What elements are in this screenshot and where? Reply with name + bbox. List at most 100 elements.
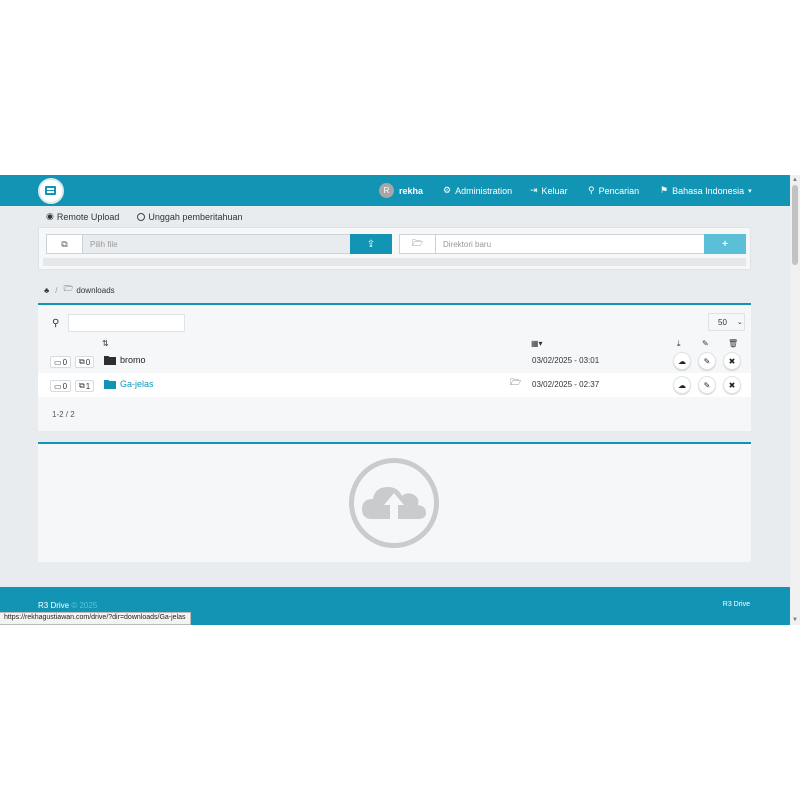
nav-logout[interactable]: ⇥ Keluar [530, 175, 568, 206]
file-count-badge: ⧉ 1 [75, 380, 95, 392]
folder-name[interactable]: bromo [120, 355, 146, 365]
upload-panel: ⧉ Pilih file ⇪ 🗁 Direktori baru + [38, 227, 751, 270]
footer-brand: R3 Drive © 2025 [38, 601, 97, 610]
new-directory-placeholder: Direktori baru [443, 239, 492, 249]
edit-icon: ✎ [703, 356, 711, 366]
folder-icon [104, 380, 116, 389]
file-count: 1 [85, 381, 91, 391]
files-icon: ⧉ [79, 381, 85, 390]
folder-icon [104, 356, 116, 365]
folder-icon: ▭ [54, 357, 62, 367]
create-directory-button[interactable]: + [704, 234, 746, 254]
cogs-icon: ⚙ [443, 185, 452, 195]
page-scrollbar[interactable]: ▲ ▼ [790, 175, 800, 625]
upload-progress-bar [43, 258, 746, 266]
file-list-panel: ⚲ 50 ⌄ ⇅ ▦▾ ⤓ ✎ 🗑 ▭ 0 ⧉ 0 bromo 03/02/20… [38, 303, 751, 431]
globe-icon: ◉ [46, 211, 54, 221]
browser-viewport: R rekha ⚙ Administration ⇥ Keluar ⚲ Penc… [0, 175, 800, 625]
sort-name-icon[interactable]: ⇅ [102, 339, 109, 348]
plus-icon: + [722, 238, 728, 250]
folder-count-badge: ▭ 0 [50, 356, 72, 368]
file-input[interactable]: Pilih file [82, 234, 351, 254]
link-status-bar: https://rekhagustiawan.com/drive/?dir=do… [0, 612, 191, 625]
edit-icon: ✎ [703, 380, 711, 390]
folder-count: 0 [62, 357, 68, 367]
trash-header-icon: 🗑 [728, 339, 739, 348]
folder-date: 03/02/2025 - 02:37 [532, 380, 600, 389]
download-button[interactable]: ☁ [673, 352, 691, 370]
pencil-header-icon: ✎ [702, 339, 709, 348]
scroll-thumb[interactable] [792, 185, 798, 265]
notify-option[interactable]: Unggah pemberitahuan [137, 211, 242, 222]
rename-button[interactable]: ✎ [698, 376, 716, 394]
sign-out-icon: ⇥ [530, 185, 538, 195]
nav-administration-label: Administration [455, 185, 513, 196]
folder-count-badge: ▭ 0 [50, 380, 72, 392]
sitemap-icon[interactable]: ♣ [44, 286, 49, 295]
breadcrumb-separator: / [55, 285, 58, 295]
open-folder-hover-icon[interactable]: 🗁 [510, 375, 521, 391]
row-count-summary: 1-2 / 2 [52, 410, 75, 419]
nav-language[interactable]: ⚑ Bahasa Indonesia ▾ [660, 175, 752, 206]
flag-icon: ⚑ [660, 185, 669, 195]
footer-year: © 2025 [71, 601, 98, 610]
folder-open-icon: 🗁 [399, 234, 436, 254]
file-count: 0 [85, 357, 91, 367]
folder-name[interactable]: Ga-jelas [120, 379, 154, 389]
folder-count: 0 [62, 381, 68, 391]
download-button[interactable]: ☁ [673, 376, 691, 394]
remote-upload-label: Remote Upload [56, 211, 120, 222]
copy-icon: ⧉ [46, 234, 83, 254]
circle-icon [137, 212, 146, 221]
download-header-icon: ⤓ [677, 339, 681, 348]
table-row[interactable]: ▭ 0 ⧉ 1 Ga-jelas 🗁 03/02/2025 - 02:37 ☁ … [38, 373, 751, 397]
scroll-up-icon[interactable]: ▲ [790, 175, 800, 185]
cloud-download-icon: ☁ [678, 380, 686, 390]
calendar-sort-icon[interactable]: ▦▾ [531, 339, 543, 348]
search-icon: ⚲ [52, 318, 60, 329]
nav-language-label: Bahasa Indonesia [672, 185, 745, 196]
breadcrumb-item-downloads[interactable]: 🗁 downloads [63, 283, 114, 297]
table-row[interactable]: ▭ 0 ⧉ 0 bromo 03/02/2025 - 03:01 ☁ ✎ ✖ [38, 349, 751, 373]
nav-logout-label: Keluar [541, 185, 568, 196]
footer-right-label: R3 Drive [722, 601, 750, 608]
remote-upload-option[interactable]: ◉ Remote Upload [46, 211, 119, 222]
upload-icon: ⇪ [366, 238, 376, 250]
caret-down-icon: ▾ [748, 187, 752, 195]
upload-options: ◉ Remote Upload Unggah pemberitahuan [46, 211, 242, 222]
file-count-badge: ⧉ 0 [75, 356, 95, 368]
delete-button[interactable]: ✖ [723, 352, 741, 370]
delete-button[interactable]: ✖ [723, 376, 741, 394]
close-icon: ✖ [728, 380, 736, 390]
user-name: rekha [399, 185, 424, 196]
user-menu[interactable]: R rekha [379, 175, 423, 206]
breadcrumb-label: downloads [76, 285, 115, 295]
cloud-upload-icon [349, 458, 439, 548]
drop-zone[interactable] [38, 442, 751, 562]
notify-label: Unggah pemberitahuan [148, 211, 243, 222]
upload-button[interactable]: ⇪ [350, 234, 392, 254]
close-icon: ✖ [728, 356, 736, 366]
page-size-value: 50 [718, 317, 727, 327]
scroll-down-icon[interactable]: ▼ [790, 615, 800, 625]
new-directory-input[interactable]: Direktori baru [435, 234, 705, 254]
filter-input[interactable] [68, 314, 185, 332]
files-icon: ⧉ [79, 357, 85, 366]
drive-logo-icon [45, 186, 56, 195]
page-size-select[interactable]: 50 ⌄ [708, 313, 745, 331]
breadcrumb: ♣ / 🗁 downloads [44, 283, 115, 297]
chevron-down-icon: ⌄ [736, 319, 743, 326]
nav-search-label: Pencarian [598, 185, 640, 196]
cloud-download-icon: ☁ [678, 356, 686, 366]
folder-open-icon: 🗁 [63, 284, 74, 293]
app-logo[interactable] [38, 178, 64, 204]
footer-brand-name[interactable]: R3 Drive [38, 601, 69, 610]
folder-date: 03/02/2025 - 03:01 [532, 356, 600, 365]
folder-icon: ▭ [54, 381, 62, 391]
nav-administration[interactable]: ⚙ Administration [443, 175, 512, 206]
top-navbar: R rekha ⚙ Administration ⇥ Keluar ⚲ Penc… [0, 175, 790, 206]
rename-button[interactable]: ✎ [698, 352, 716, 370]
search-icon: ⚲ [588, 185, 595, 195]
nav-search[interactable]: ⚲ Pencarian [588, 175, 639, 206]
file-input-placeholder: Pilih file [90, 239, 118, 249]
